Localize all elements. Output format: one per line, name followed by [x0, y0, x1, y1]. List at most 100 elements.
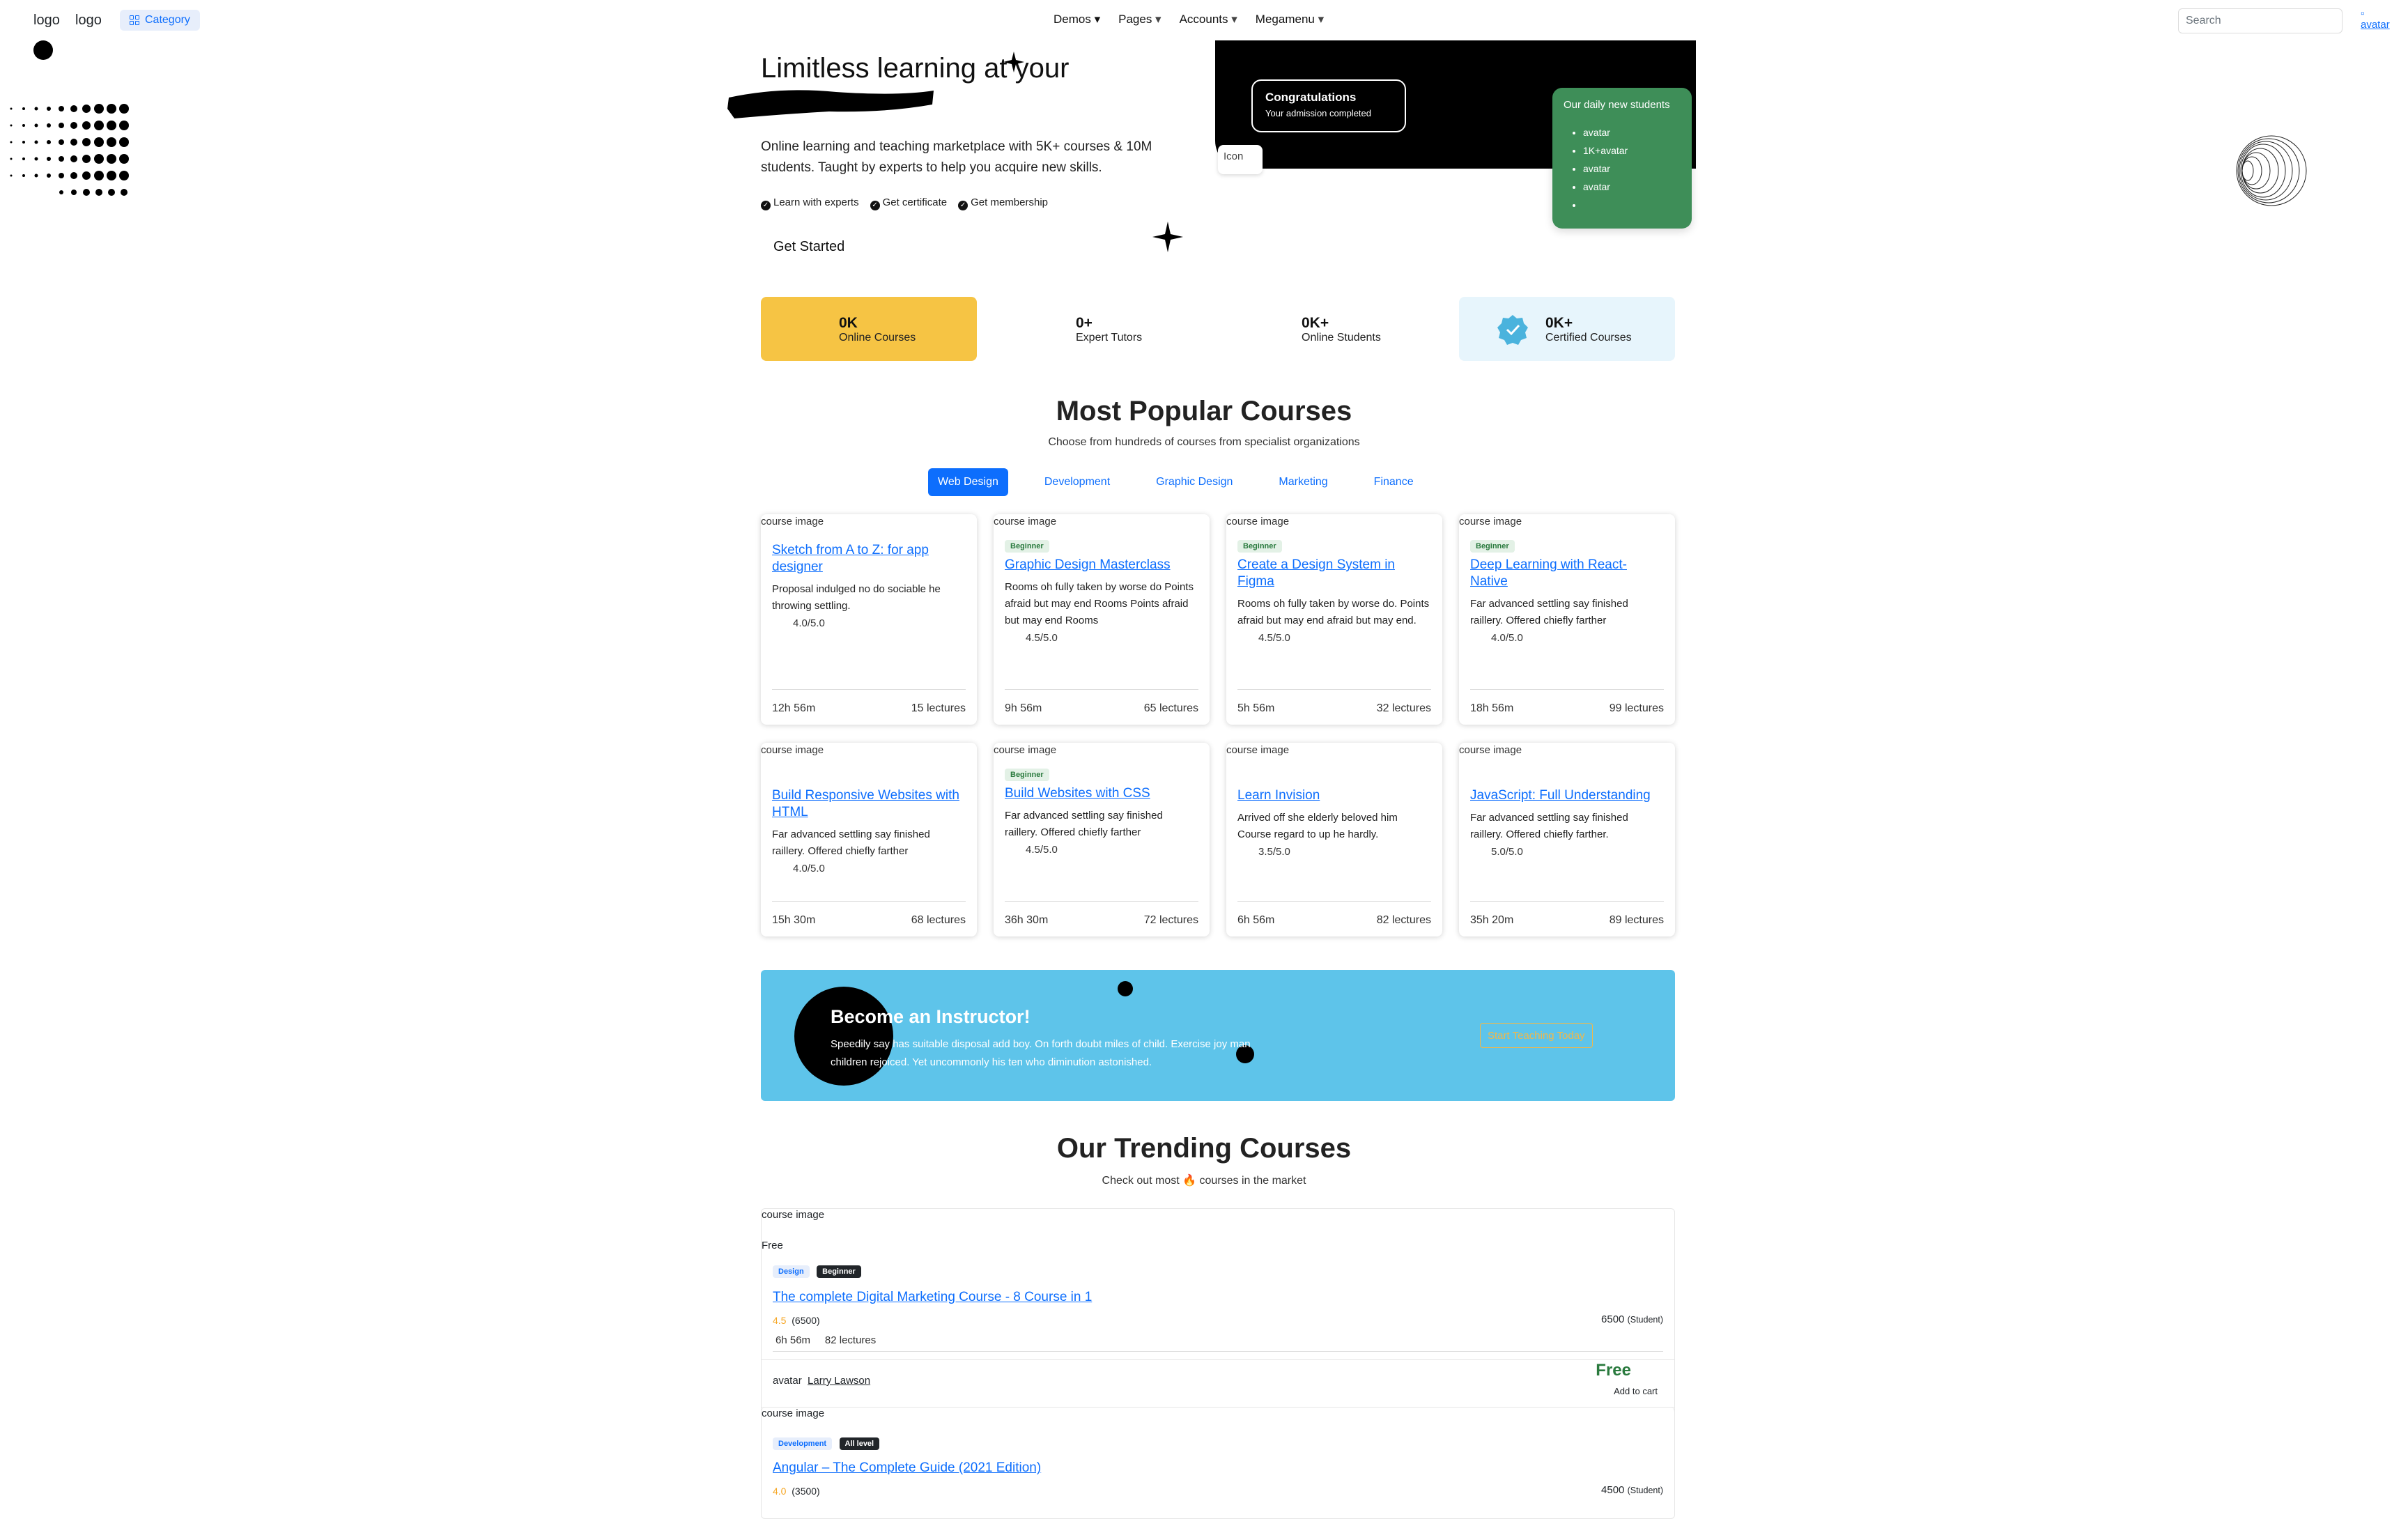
course-badges: Development All level — [773, 1437, 883, 1450]
course-rating: 4.0 (3500) — [773, 1486, 820, 1497]
course-card: course image Beginner Build Websites wit… — [994, 743, 1210, 936]
menu-accounts[interactable]: Accounts ▾ — [1180, 13, 1237, 26]
decor-dot — [33, 40, 53, 60]
grid-icon — [130, 15, 139, 25]
feature-item: ✓ Get membership — [958, 196, 1048, 210]
get-started-button[interactable]: Get Started — [761, 234, 857, 259]
level-badge: Beginner — [1237, 540, 1282, 553]
hero-icon-image: Icon — [1218, 145, 1263, 174]
check-icon: ✓ — [958, 201, 968, 210]
course-title-link[interactable]: JavaScript: Full Understanding — [1470, 787, 1664, 804]
course-title-link[interactable]: Build Responsive Websites with HTML — [772, 787, 966, 821]
daily-avatars: avatar 1K+avatar avatar avatar — [1564, 123, 1681, 214]
course-title-link[interactable]: Graphic Design Masterclass — [1005, 557, 1198, 573]
instructor-text: Speedily say has suitable disposal add b… — [831, 1038, 1251, 1068]
level-badge: Beginner — [1470, 540, 1515, 553]
course-rating: 3.5/5.0 — [1258, 846, 1290, 858]
level-badge: Beginner — [817, 1265, 861, 1278]
tab-finance[interactable]: Finance — [1364, 468, 1423, 496]
avatar: avatar — [1583, 160, 1681, 178]
tab-web-design[interactable]: Web Design — [928, 468, 1008, 496]
category-button[interactable]: Category — [120, 10, 200, 31]
course-title-link[interactable]: The complete Digital Marketing Course - … — [773, 1290, 1092, 1305]
course-students: 6500 (Student) — [1601, 1313, 1663, 1325]
popular-title: Most Popular Courses — [1056, 396, 1352, 426]
decor-dot — [1118, 981, 1133, 996]
course-image: course image — [762, 1408, 825, 1419]
course-meta: 36h 30m 72 lectures — [1005, 901, 1198, 927]
course-rating: 5.0/5.0 — [1491, 846, 1523, 858]
course-description: Far advanced settling say finished raill… — [772, 828, 930, 857]
course-description: Rooms oh fully taken by worse do. Points… — [1237, 598, 1430, 626]
menu-megamenu[interactable]: Megamenu ▾ — [1256, 13, 1324, 26]
course-image: course image — [1226, 744, 1290, 756]
course-title-link[interactable]: Learn Invision — [1237, 787, 1431, 804]
author-link[interactable]: Larry Lawson — [808, 1375, 870, 1387]
course-title-link[interactable]: Angular – The Complete Guide (2021 Editi… — [773, 1460, 1041, 1476]
tab-development[interactable]: Development — [1035, 468, 1120, 496]
course-description: Far advanced settling say finished raill… — [1005, 810, 1163, 838]
avatar: 1K+avatar — [1583, 141, 1681, 160]
course-rating: 4.0/5.0 — [793, 863, 825, 874]
course-rating: 4.0/5.0 — [793, 617, 825, 629]
course-description: Far advanced settling say finished raill… — [1470, 598, 1628, 626]
trending-course-card: course image Free Design Beginner The co… — [761, 1208, 1675, 1421]
instructor-info: avatar Larry Lawson — [773, 1375, 870, 1387]
course-description: Arrived off she elderly beloved him Cour… — [1237, 812, 1398, 840]
congrats-card: Congratulations Your admission completed — [1251, 79, 1406, 132]
wireframe-sphere-decor — [2236, 135, 2307, 206]
check-icon: ✓ — [761, 201, 771, 210]
brush-stroke-decor — [727, 90, 934, 118]
instructor-title: Become an Instructor! — [831, 1006, 1031, 1027]
course-title-link[interactable]: Deep Learning with React-Native — [1470, 557, 1664, 590]
course-title-link[interactable]: Build Websites with CSS — [1005, 785, 1198, 802]
menu-pages[interactable]: Pages ▾ — [1118, 13, 1161, 26]
course-image: course image — [1459, 516, 1522, 527]
avatar: avatar — [1583, 123, 1681, 141]
star-decor — [1152, 222, 1183, 252]
course-card: course image Beginner Deep Learning with… — [1459, 514, 1675, 725]
course-students: 4500 (Student) — [1601, 1484, 1663, 1496]
start-teaching-button[interactable]: Start Teaching Today — [1480, 1023, 1593, 1048]
course-tabs: Web Design Development Graphic Design Ma… — [928, 468, 1450, 496]
course-card: course image Sketch from A to Z: for app… — [761, 514, 977, 725]
tab-graphic-design[interactable]: Graphic Design — [1146, 468, 1242, 496]
check-icon: ✓ — [870, 201, 880, 210]
trending-title: Our Trending Courses — [1056, 1133, 1352, 1164]
category-label: Category — [145, 14, 190, 26]
tab-marketing[interactable]: Marketing — [1269, 468, 1337, 496]
counter-online-students: 0K+ Online Students — [1302, 315, 1381, 344]
course-meta: 35h 20m 89 lectures — [1470, 901, 1664, 927]
trending-subtitle: Check out most 🔥 courses in the market — [1102, 1175, 1306, 1187]
course-description: Far advanced settling say finished raill… — [1470, 812, 1628, 840]
logo[interactable]: logo — [33, 13, 60, 29]
course-image: course image — [1459, 744, 1522, 756]
course-rating: 4.5/5.0 — [1258, 632, 1290, 644]
daily-students-card: Our daily new students avatar 1K+avatar … — [1552, 88, 1692, 229]
category-badge: Development — [773, 1437, 833, 1450]
fire-icon: 🔥 — [1182, 1175, 1197, 1187]
search-input[interactable]: Search — [2178, 8, 2343, 33]
course-badges: Design Beginner — [773, 1265, 865, 1278]
level-badge: All level — [839, 1437, 880, 1450]
course-image: course image — [994, 516, 1057, 527]
course-rating: 4.5 (6500) — [773, 1315, 820, 1326]
instructor-banner: Become an Instructor! Speedily say has s… — [761, 970, 1675, 1101]
verified-badge-icon — [1497, 315, 1528, 345]
add-to-cart-button[interactable]: Add to cart — [1614, 1386, 1658, 1396]
logo-light[interactable]: logo — [75, 13, 102, 29]
course-meta: 18h 56m 99 lectures — [1470, 689, 1664, 715]
course-image: course image — [762, 1209, 825, 1221]
course-price: Free — [1596, 1361, 1631, 1380]
counter-certified-courses: 0K+ Certified Courses — [1459, 297, 1675, 361]
avatar[interactable]: ▫ avatar — [2361, 8, 2390, 31]
menu-demos[interactable]: Demos ▾ — [1054, 13, 1100, 26]
course-title-link[interactable]: Sketch from A to Z: for app designer — [772, 542, 966, 576]
course-description: Rooms oh fully taken by worse do Points … — [1005, 581, 1194, 626]
hero-description: Online learning and teaching marketplace… — [761, 139, 1152, 175]
popular-subtitle: Choose from hundreds of courses from spe… — [1048, 436, 1360, 448]
course-title-link[interactable]: Create a Design System in Figma — [1237, 557, 1431, 590]
divider — [773, 1351, 1663, 1352]
level-badge: Beginner — [1005, 769, 1049, 781]
feature-item: ✓ Learn with experts — [761, 196, 859, 210]
